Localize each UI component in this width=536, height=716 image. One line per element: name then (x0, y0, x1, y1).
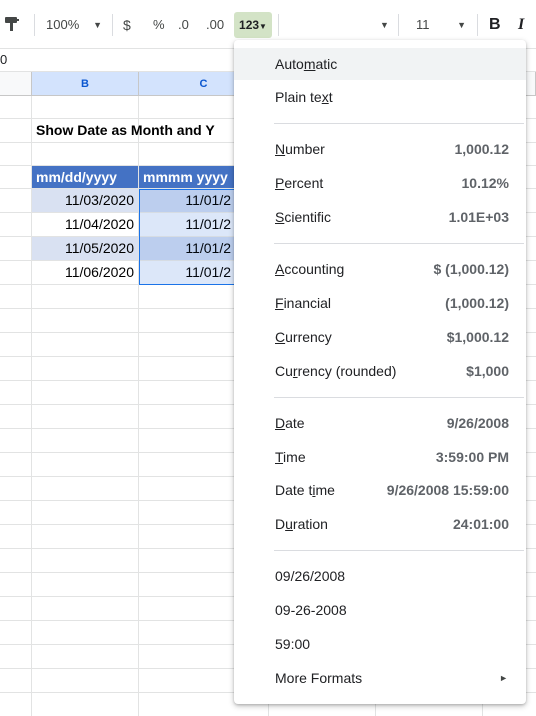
menu-divider (274, 550, 524, 551)
toolbar-divider (34, 14, 35, 36)
menu-item-label: Date (275, 415, 305, 431)
percent-format-button[interactable]: % (153, 12, 165, 38)
menu-item-label: Accounting (275, 261, 345, 277)
more-formats-label: 123 (239, 18, 260, 32)
menu-item-example: (1,000.12) (445, 295, 509, 311)
font-family-dropdown[interactable]: ▼ (380, 12, 389, 38)
toolbar-divider (278, 14, 279, 36)
menu-divider (274, 123, 524, 124)
menu-item-label: Plain text (275, 89, 333, 105)
submenu-arrow-icon: ► (499, 673, 508, 683)
toolbar-divider (398, 14, 399, 36)
number-format-menu: Automatic Plain text Number 1,000.12 Per… (234, 40, 526, 704)
menu-item-label: Duration (275, 516, 328, 532)
menu-item-example: 3:59:00 PM (435, 449, 509, 465)
menu-item-label: Number (275, 141, 325, 157)
menu-item-custom-minutes[interactable]: 59:00 (234, 628, 526, 660)
toolbar-divider (112, 14, 113, 36)
menu-item-label: 09-26-2008 (275, 602, 347, 618)
chevron-down-icon: ▼ (457, 20, 466, 30)
paint-format-icon[interactable] (4, 16, 20, 37)
column-header-b[interactable]: B (32, 72, 139, 96)
table-cell[interactable]: 11/03/2020 (32, 189, 138, 212)
selection-range (139, 189, 237, 285)
menu-item-label: Currency (275, 329, 332, 345)
column-header-a[interactable] (0, 72, 32, 96)
menu-item-label: Scientific (275, 209, 332, 225)
decrease-decimal-label: .0 (178, 17, 189, 32)
formula-bar-text: 0 (0, 52, 8, 67)
menu-item-accounting[interactable]: Accounting $ (1,000.12) (234, 253, 526, 285)
menu-item-example: 24:01:00 (452, 516, 509, 532)
menu-item-plain-text[interactable]: Plain text (234, 81, 526, 113)
decrease-decimal-button[interactable]: .0 (178, 12, 189, 38)
menu-item-date-time[interactable]: Date time 9/26/2008 15:59:00 (234, 474, 526, 506)
menu-item-scientific[interactable]: Scientific 1.01E+03 (234, 201, 526, 233)
table-cell[interactable]: 11/04/2020 (32, 213, 138, 236)
menu-item-currency-rounded[interactable]: Currency (rounded) $1,000 (234, 355, 526, 387)
table-cell[interactable]: 11/05/2020 (32, 237, 138, 260)
menu-item-label: Financial (275, 295, 332, 311)
menu-item-currency[interactable]: Currency $1,000.12 (234, 321, 526, 353)
menu-item-example: 1,000.12 (454, 141, 510, 157)
menu-item-example: 9/26/2008 15:59:00 (386, 482, 509, 498)
table-header-cell[interactable]: mm/dd/yyyy (32, 166, 138, 188)
menu-item-label: Currency (rounded) (275, 363, 397, 379)
menu-item-example: 9/26/2008 (446, 415, 509, 431)
menu-item-label: Percent (275, 175, 324, 191)
menu-divider (274, 243, 524, 244)
bold-button[interactable]: B (489, 12, 501, 38)
increase-decimal-label: .00 (206, 17, 225, 32)
menu-item-label: Automatic (275, 56, 338, 72)
zoom-select[interactable]: 100% ▼ (46, 12, 106, 38)
chevron-down-icon: ▼ (259, 22, 267, 31)
menu-item-label: 59:00 (275, 636, 311, 652)
increase-decimal-button[interactable]: .00 (206, 12, 224, 38)
menu-item-more-formats[interactable]: More Formats ► (234, 662, 526, 694)
menu-item-example: $ (1,000.12) (433, 261, 510, 277)
menu-item-example: $1,000 (466, 363, 509, 379)
menu-item-duration[interactable]: Duration 24:01:00 (234, 508, 526, 540)
menu-item-financial[interactable]: Financial (1,000.12) (234, 287, 526, 319)
chevron-down-icon: ▼ (93, 20, 102, 30)
menu-item-number[interactable]: Number 1,000.12 (234, 133, 526, 165)
menu-item-example: $1,000.12 (446, 329, 509, 345)
italic-button[interactable]: I (518, 12, 524, 38)
menu-item-custom-date-dash[interactable]: 09-26-2008 (234, 594, 526, 626)
menu-item-date[interactable]: Date 9/26/2008 (234, 407, 526, 439)
zoom-value: 100% (46, 17, 80, 32)
menu-item-time[interactable]: Time 3:59:00 PM (234, 441, 526, 473)
menu-divider (274, 397, 524, 398)
table-header-cell[interactable]: mmmm yyyy (139, 166, 235, 188)
menu-item-label: 09/26/2008 (275, 568, 346, 584)
font-size-value: 11 (416, 17, 430, 32)
menu-item-example: 1.01E+03 (448, 209, 509, 225)
menu-item-label: More Formats (275, 670, 363, 686)
menu-item-custom-date-slash[interactable]: 09/26/2008 (234, 560, 526, 592)
menu-item-percent[interactable]: Percent 10.12% (234, 167, 526, 199)
toolbar-divider (477, 14, 478, 36)
currency-format-button[interactable]: $ (123, 12, 131, 38)
menu-item-label: Time (275, 449, 306, 465)
menu-item-label: Date time (275, 482, 335, 498)
more-formats-button[interactable]: 123▼ (234, 12, 272, 38)
table-cell[interactable]: 11/06/2020 (32, 261, 138, 284)
menu-item-automatic[interactable]: Automatic (234, 48, 526, 80)
menu-item-example: 10.12% (461, 175, 509, 191)
font-size-select[interactable]: 11 ▼ (416, 12, 468, 38)
chevron-down-icon: ▼ (380, 20, 389, 30)
sheet-title: Show Date as Month and Y (36, 122, 215, 138)
